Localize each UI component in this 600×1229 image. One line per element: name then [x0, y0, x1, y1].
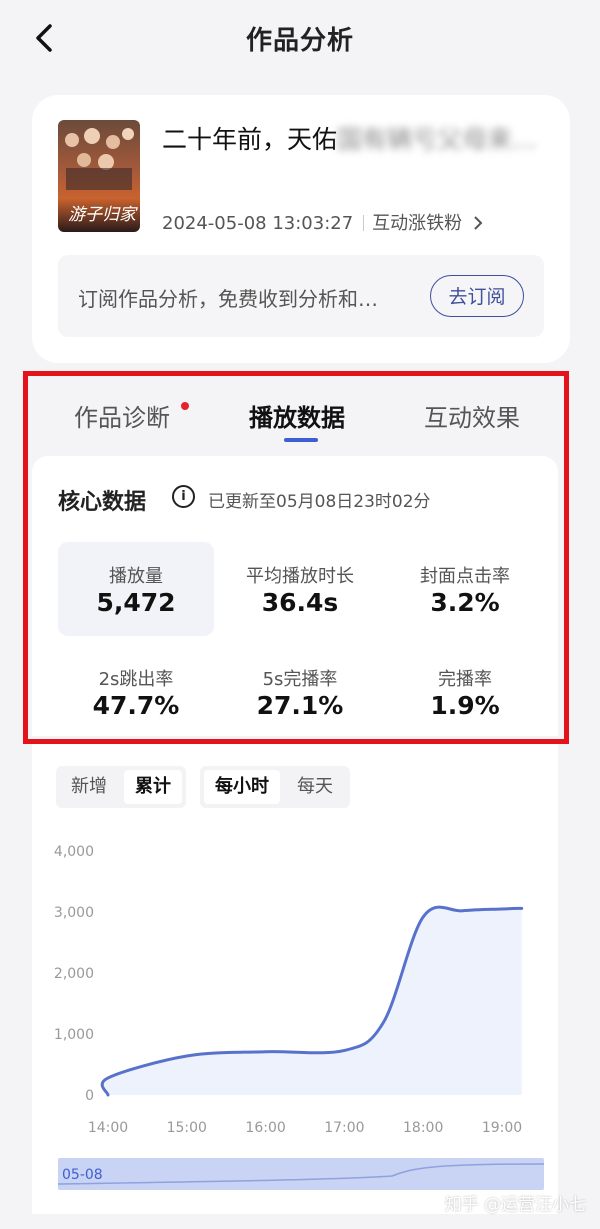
metric-2s-bounce[interactable]: 2s跳出率 47.7%: [58, 645, 214, 739]
chevron-right-icon: [474, 216, 483, 230]
x-tick-label: 16:00: [245, 1120, 285, 1136]
publish-time: 2024-05-08 13:03:27: [162, 213, 354, 234]
video-cover-image[interactable]: 游子归家: [58, 120, 140, 232]
range-slider[interactable]: [58, 1158, 544, 1190]
metric-label: 2s跳出率: [98, 669, 174, 690]
metric-avg-duration[interactable]: 平均播放时长 36.4s: [222, 542, 378, 636]
area-fill: [102, 907, 522, 1095]
x-tick-label: 18:00: [403, 1120, 443, 1136]
divider: [363, 215, 365, 231]
info-icon[interactable]: i: [172, 485, 195, 508]
page-title: 作品分析: [245, 26, 354, 56]
watermark: 知乎 @运营汪小七: [444, 1195, 586, 1215]
metric-value: 47.7%: [92, 691, 180, 720]
video-meta: 2024-05-08 13:03:27 互动涨铁粉: [162, 209, 484, 235]
metric-label: 封面点击率: [420, 566, 510, 587]
metric-5s-completion[interactable]: 5s完播率 27.1%: [222, 645, 378, 739]
subscribe-text: 订阅作品分析，免费收到分析和…: [78, 287, 378, 311]
tab-interaction[interactable]: 互动效果: [424, 398, 520, 433]
active-tab-indicator: [284, 438, 318, 442]
x-tick-label: 19:00: [482, 1120, 522, 1136]
x-tick-label: 15:00: [167, 1120, 207, 1136]
metric-label: 完播率: [438, 669, 492, 690]
x-tick-label: 17:00: [324, 1120, 364, 1136]
y-tick-label: 3,000: [54, 905, 94, 921]
subscribe-banner: 订阅作品分析，免费收到分析和… 去订阅: [58, 255, 544, 337]
top-bar: 作品分析: [0, 0, 600, 80]
range-label: 05-08: [62, 1167, 103, 1183]
metric-cover-ctr[interactable]: 封面点击率 3.2%: [387, 542, 543, 636]
core-data-panel: 核心数据 i 已更新至05月08日23时02分 播放量 5,472 平均播放时长…: [32, 456, 558, 736]
notification-dot: [181, 402, 189, 410]
metric-value: 1.9%: [430, 691, 500, 720]
tab-diagnosis[interactable]: 作品诊断: [74, 398, 170, 433]
trend-chart-card: 新增 累计 每小时 每天 0 1,000 2,000 3,000 4,000 14:00 1…: [32, 744, 558, 1214]
video-tag-link[interactable]: 互动涨铁粉: [372, 213, 462, 234]
update-time: 已更新至05月08日23时02分: [208, 492, 431, 512]
metric-completion[interactable]: 完播率 1.9%: [387, 645, 543, 739]
y-tick-label: 4,000: [54, 844, 94, 860]
y-tick-label: 1,000: [54, 1027, 94, 1043]
core-data-title: 核心数据: [58, 490, 147, 515]
y-tick-label: 2,000: [54, 966, 94, 982]
video-title-visible: 二十年前，天佑: [162, 125, 338, 154]
tab-play-data[interactable]: 播放数据: [249, 398, 345, 433]
video-title: 二十年前，天佑国有辆亏父母来…: [162, 120, 537, 156]
plays-trend-chart: 0 1,000 2,000 3,000 4,000 14:00 15:00 16:00 17:0…: [54, 844, 545, 1190]
metric-value: 5,472: [96, 588, 176, 617]
metric-label: 播放量: [109, 566, 163, 587]
metric-value: 3.2%: [430, 588, 500, 617]
metric-label: 平均播放时长: [246, 566, 354, 587]
video-card[interactable]: 游子归家 二十年前，天佑国有辆亏父母来… 2024-05-08 13:03:27…: [32, 95, 570, 363]
subscribe-button[interactable]: 去订阅: [430, 275, 524, 317]
x-tick-label: 14:00: [88, 1120, 128, 1136]
video-title-blurred: 国有辆亏父母来…: [337, 125, 538, 154]
metric-plays[interactable]: 播放量 5,472: [58, 542, 214, 636]
metric-value: 27.1%: [256, 691, 344, 720]
metric-value: 36.4s: [261, 588, 339, 617]
metric-label: 5s完播率: [262, 669, 338, 690]
y-tick-label: 0: [85, 1088, 94, 1104]
cover-calligraphy: 游子归家: [68, 205, 138, 225]
tab-bar: 作品诊断 播放数据 互动效果: [30, 378, 570, 454]
